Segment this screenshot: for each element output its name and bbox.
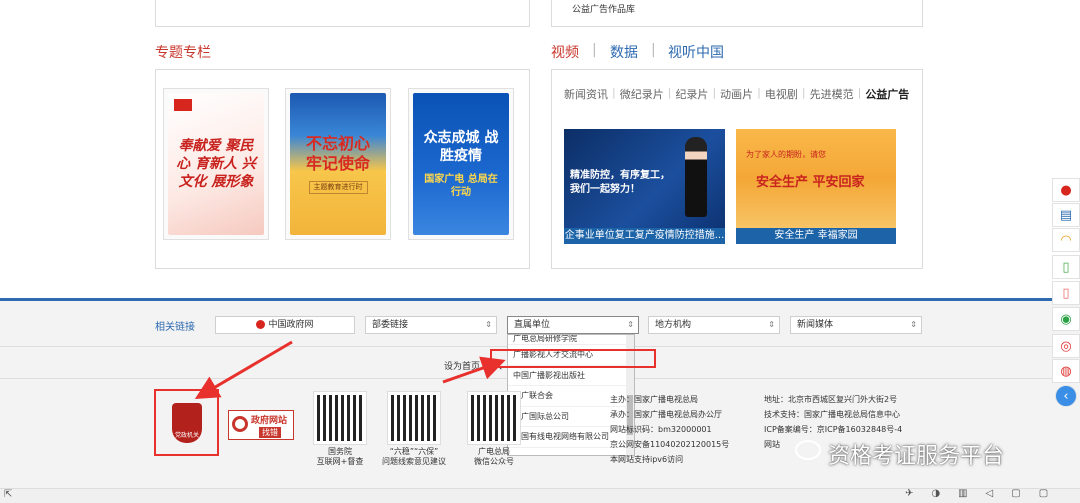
app-icon[interactable]: ◍ [1052, 359, 1080, 383]
back-to-top-icon[interactable]: ‹ [1055, 385, 1077, 407]
emblem-icon[interactable]: ● [1052, 178, 1080, 202]
wechat-icon[interactable]: ◉ [1052, 307, 1080, 331]
taskbar-start-icon[interactable]: ⇱ [4, 489, 12, 500]
clipboard-icon[interactable]: ▤ [1052, 203, 1080, 227]
taskbar-icons[interactable]: ✈◑▥◁▢▢ [905, 488, 1066, 499]
mobile-icon[interactable]: ▯ [1052, 255, 1080, 279]
weibo-icon[interactable]: ◎ [1052, 334, 1080, 358]
wechat-logo-icon [795, 440, 821, 460]
tablet-icon[interactable]: ▯ [1052, 281, 1080, 305]
annotation-arrows [194, 340, 506, 400]
watermark-text: 资格考证服务平台 [828, 444, 1005, 469]
headset-icon[interactable]: ◠ [1052, 228, 1080, 252]
